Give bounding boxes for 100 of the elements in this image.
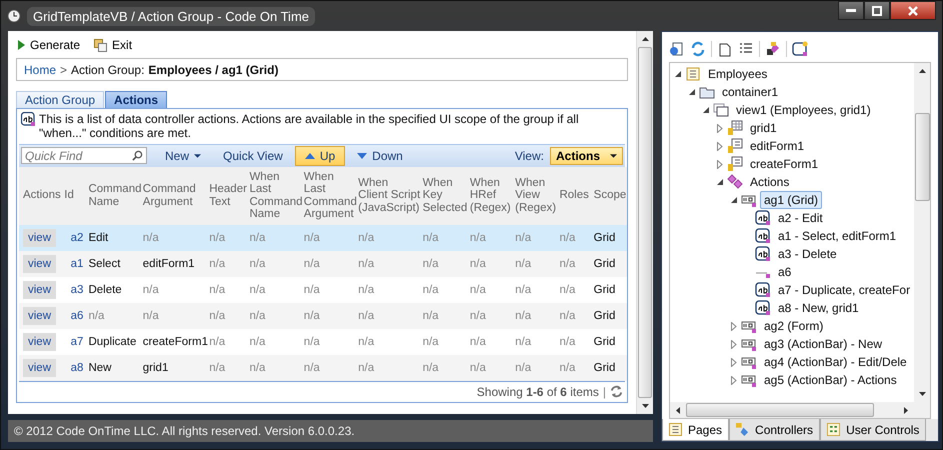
scrollbar[interactable] xyxy=(636,31,653,414)
toolbar-button[interactable]: Generate xyxy=(16,38,82,52)
sync-icon[interactable] xyxy=(669,41,685,57)
tree-item[interactable]: container1 xyxy=(718,83,782,101)
tree-item[interactable]: grid1 xyxy=(746,119,781,137)
up-arrow-icon[interactable] xyxy=(642,37,648,41)
collapse-icon[interactable] xyxy=(702,106,710,114)
collapse-icon[interactable] xyxy=(716,178,724,186)
view-link[interactable]: view xyxy=(23,228,56,247)
table-row[interactable]: view a3 Delete n/a n/a n/a n/a n/a n/a n/a n/a n/a Grid xyxy=(19,276,627,303)
toolbar-button[interactable]: Exit xyxy=(92,38,134,52)
tree-item[interactable]: ag1 (Grid) xyxy=(760,191,822,209)
view-link[interactable]: view xyxy=(23,280,56,299)
tree-item[interactable]: Employees xyxy=(704,65,772,83)
windows-icon xyxy=(713,102,729,118)
expand-icon[interactable] xyxy=(731,340,737,348)
tree-item[interactable]: editForm1 xyxy=(746,137,808,155)
tree-item[interactable]: ag5 (ActionBar) - Actions xyxy=(760,371,901,389)
tree-item[interactable]: ag3 (ActionBar) - New xyxy=(760,335,886,353)
document-icon[interactable] xyxy=(717,41,733,57)
tab[interactable]: Actions xyxy=(105,91,168,108)
table-cell: n/a xyxy=(515,362,532,374)
table-cell: n/a xyxy=(559,336,576,348)
tree-item[interactable]: a7 - Duplicate, createFor xyxy=(774,281,914,299)
table-row[interactable]: view a8 New grid1 n/a n/a n/a n/a n/a n/a n/a n/a Grid xyxy=(19,354,627,381)
table-row[interactable]: view a7 Duplicate createForm1 n/a n/a n/a n/a n/a n/a n/a n/a Grid xyxy=(19,328,627,355)
collapse-icon[interactable] xyxy=(688,88,696,96)
refresh-icon[interactable] xyxy=(610,385,623,398)
shapes-icon[interactable] xyxy=(765,41,781,57)
tab[interactable]: Action Group xyxy=(16,91,104,108)
scroll-thumb[interactable] xyxy=(686,403,874,417)
maximize-icon xyxy=(872,6,882,16)
up-arrow-icon[interactable] xyxy=(918,69,926,73)
table-cell: n/a xyxy=(422,362,439,374)
minimize-button[interactable] xyxy=(838,1,864,20)
expand-icon[interactable] xyxy=(731,358,737,366)
quick-find-field[interactable]: Quick Find xyxy=(21,147,147,164)
expand-icon[interactable] xyxy=(717,142,723,150)
tree-item[interactable]: ag2 (Form) xyxy=(760,317,828,335)
table-cell: Grid xyxy=(594,284,616,296)
grid-toolbar-button[interactable]: Up xyxy=(294,146,346,166)
tree-item[interactable]: Actions xyxy=(746,173,794,191)
table-cell: Grid xyxy=(594,362,616,374)
tree-item[interactable]: a3 - Delete xyxy=(774,245,841,263)
expand-icon[interactable] xyxy=(731,322,737,330)
refresh-icon[interactable] xyxy=(690,41,706,57)
tree-item[interactable]: a6 xyxy=(774,263,796,281)
view-link[interactable]: view xyxy=(23,306,56,325)
diamonds-icon xyxy=(727,174,743,190)
scrollbar[interactable] xyxy=(914,63,930,402)
maximize-button[interactable] xyxy=(864,1,890,20)
tree-item[interactable]: a8 - New, grid1 xyxy=(774,299,863,317)
table-cell: n/a xyxy=(358,232,374,244)
caret-icon xyxy=(610,154,617,158)
table-cell: n/a xyxy=(249,284,266,296)
right-arrow-icon[interactable] xyxy=(904,406,908,414)
view-dropdown[interactable]: Actions xyxy=(550,146,623,165)
expand-icon[interactable] xyxy=(717,124,723,132)
table-cell: n/a xyxy=(88,310,104,322)
tab[interactable]: User Controls xyxy=(820,419,926,441)
down-arrow-icon[interactable] xyxy=(642,404,648,408)
pager-separator: | xyxy=(602,384,606,399)
grid-toolbar-button[interactable]: Quick View xyxy=(213,146,293,166)
table-cell: n/a xyxy=(249,336,266,348)
table-row[interactable]: view a1 Select editForm1 n/a n/a n/a n/a n/a n/a n/a n/a Grid xyxy=(19,250,627,277)
shapes-icon xyxy=(736,423,750,436)
grid-toolbar-button[interactable]: New xyxy=(155,146,212,166)
table-cell: n/a xyxy=(422,284,439,296)
description-text: This is a list of data controller actions. Actions are available in the specified UI scope of the group if all "when..." conditions are met. xyxy=(39,112,580,141)
horizontal-scrollbar[interactable] xyxy=(670,402,930,418)
scroll-thumb[interactable] xyxy=(914,113,930,201)
tree-item[interactable]: a2 - Edit xyxy=(774,209,827,227)
table-cell: n/a xyxy=(515,284,532,296)
home-link[interactable]: Home xyxy=(24,62,56,76)
collapse-icon[interactable] xyxy=(674,70,682,78)
scroll-thumb[interactable] xyxy=(638,47,652,398)
close-button[interactable] xyxy=(890,1,936,20)
view-link[interactable]: view xyxy=(23,254,56,273)
action-icon[interactable] xyxy=(792,41,808,57)
tab[interactable]: Pages xyxy=(662,419,730,441)
table-cell: n/a xyxy=(142,284,159,296)
grid-toolbar-button[interactable]: Down xyxy=(347,146,413,166)
expand-icon[interactable] xyxy=(731,376,737,384)
table-cell: n/a xyxy=(249,232,266,244)
expand-icon[interactable] xyxy=(717,160,723,168)
table-cell: n/a xyxy=(422,232,439,244)
collapse-icon[interactable] xyxy=(730,196,738,204)
view-link[interactable]: view xyxy=(23,358,56,377)
tree-item[interactable]: createForm1 xyxy=(746,155,822,173)
left-arrow-icon[interactable] xyxy=(676,406,680,414)
page-icon xyxy=(669,423,682,436)
down-arrow-icon[interactable] xyxy=(918,392,926,396)
tree-item[interactable]: view1 (Employees, grid1) xyxy=(732,101,875,119)
form-icon xyxy=(727,156,743,172)
tree-item[interactable]: a1 - Select, editForm1 xyxy=(774,227,900,245)
tab[interactable]: Controllers xyxy=(729,419,820,441)
view-link[interactable]: view xyxy=(23,332,56,351)
table-row[interactable]: view a6 n/a n/a n/a n/a n/a n/a n/a n/a n/a n/a Grid xyxy=(19,302,627,329)
tree-item[interactable]: ag4 (ActionBar) - Edit/Dele xyxy=(760,353,911,371)
table-cell: n/a xyxy=(515,336,532,348)
